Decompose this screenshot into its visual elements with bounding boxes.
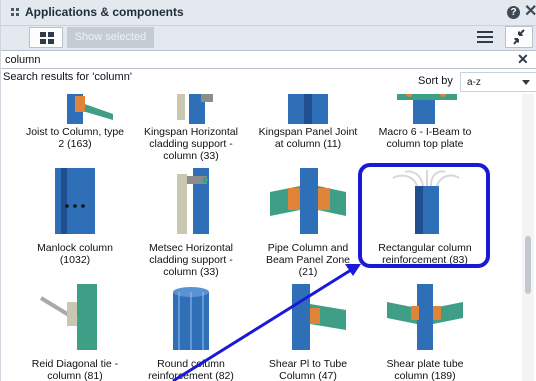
component-thumbnail: [270, 168, 346, 234]
component-thumbnail: [387, 284, 463, 350]
component-thumbnail: [37, 284, 113, 350]
help-icon[interactable]: ?: [507, 6, 520, 19]
component-thumbnail: [153, 284, 229, 350]
dropdown-arrow-icon: [522, 80, 530, 85]
scrollbar-thumb[interactable]: [525, 236, 531, 294]
sort-dropdown[interactable]: a-z: [460, 72, 536, 92]
component-gallery: Joist to Column, type 2 (163) Kingspan Ho…: [1, 94, 536, 381]
component-thumbnail: [37, 168, 113, 234]
component-caption: Metsec Horizontal cladding support - colum…: [148, 242, 234, 278]
component-thumbnail: [153, 94, 229, 124]
component-thumbnail: [387, 168, 463, 234]
gallery-scrollbar[interactable]: [522, 94, 534, 381]
component-tile-kingspan-horizontal-cladding[interactable]: Kingspan Horizontal cladding support - col…: [133, 94, 249, 176]
component-caption: Shear Pl to Tube Column (47): [268, 358, 348, 381]
search-input[interactable]: [5, 52, 505, 68]
grid-view-button[interactable]: [29, 27, 63, 48]
grip-icon[interactable]: [11, 8, 21, 18]
component-thumbnail: [270, 94, 346, 124]
component-tile-pipe-column-beam-panel[interactable]: Pipe Column and Beam Panel Zone (21): [250, 168, 366, 278]
show-selected-button[interactable]: Show selected: [67, 27, 154, 48]
component-thumbnail: [37, 94, 113, 124]
title-bar: Applications & components ? ✕: [1, 0, 536, 26]
sort-selected-value: a-z: [467, 77, 481, 88]
panel-title: Applications & components: [25, 5, 184, 19]
component-caption: Macro 6 - I-Beam to column top plate: [378, 126, 472, 150]
component-tile-joist-to-column[interactable]: Joist to Column, type 2 (163): [17, 94, 133, 176]
component-caption: Shear plate tube column (189): [386, 358, 464, 381]
component-tile-manlock-column[interactable]: Manlock column (1032): [17, 168, 133, 266]
hamburger-menu-icon[interactable]: [474, 28, 496, 46]
component-caption: Manlock column (1032): [37, 242, 113, 266]
component-tile-round-column-reinforcement[interactable]: Round column reinforcement (82): [133, 284, 249, 381]
component-caption: Round column reinforcement (82): [148, 358, 234, 381]
collapse-icon: [513, 29, 525, 45]
component-tile-kingspan-panel-joint[interactable]: Kingspan Panel Joint at column (11): [250, 94, 366, 176]
search-bar: ✕: [1, 50, 536, 69]
search-results-label: Search results for 'column': [3, 71, 132, 83]
component-tile-reid-diagonal-tie[interactable]: Reid Diagonal tie - column (81): [17, 284, 133, 381]
component-caption: Joist to Column, type 2 (163): [25, 126, 125, 150]
component-caption: Reid Diagonal tie - column (81): [31, 358, 119, 381]
applications-components-panel: Applications & components ? ✕ Show selec…: [0, 0, 536, 381]
sort-by-label: Sort by: [418, 75, 453, 87]
component-caption: Kingspan Horizontal cladding support - col…: [144, 126, 238, 162]
component-tile-macro6-ibeam[interactable]: Macro 6 - I-Beam to column top plate: [367, 94, 483, 176]
clear-search-icon[interactable]: ✕: [517, 51, 529, 68]
component-thumbnail: [153, 168, 229, 234]
component-caption: Rectangular column reinforcement (83): [378, 242, 472, 266]
component-caption: Pipe Column and Beam Panel Zone (21): [265, 242, 351, 278]
collapse-button[interactable]: [505, 26, 533, 48]
component-thumbnail: [270, 284, 346, 350]
component-tile-rectangular-column-reinforcement[interactable]: Rectangular column reinforcement (83): [367, 168, 483, 266]
component-tile-shear-pl-to-tube[interactable]: Shear Pl to Tube Column (47): [250, 284, 366, 381]
component-caption: Kingspan Panel Joint at column (11): [258, 126, 358, 150]
component-thumbnail: [387, 94, 463, 124]
component-tile-shear-plate-tube[interactable]: Shear plate tube column (189): [367, 284, 483, 381]
close-icon[interactable]: ✕: [524, 2, 536, 22]
toolbar: Show selected: [1, 26, 536, 50]
component-tile-metsec-horizontal-cladding[interactable]: Metsec Horizontal cladding support - colum…: [133, 168, 249, 278]
